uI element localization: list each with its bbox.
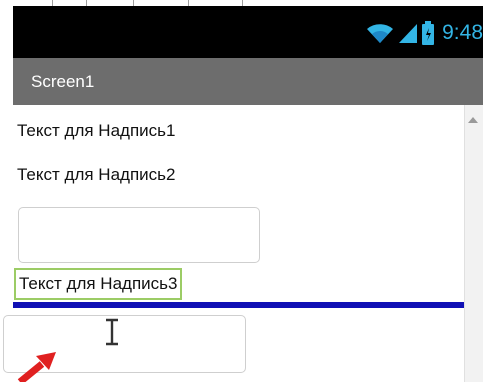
scroll-up-arrow-icon[interactable] bbox=[468, 117, 478, 123]
text-cursor-icon bbox=[106, 318, 118, 346]
label-3-selected[interactable]: Текст для Надпись3 bbox=[14, 268, 183, 300]
divider-line bbox=[13, 302, 465, 308]
red-arrow-icon bbox=[17, 352, 56, 382]
status-time: 9:48 bbox=[442, 21, 483, 44]
signal-icon bbox=[399, 24, 418, 43]
battery-icon bbox=[422, 21, 435, 45]
scrollbar[interactable] bbox=[464, 105, 483, 382]
scrollbar-border bbox=[464, 105, 465, 382]
status-icons: 9:48 bbox=[366, 20, 483, 46]
wifi-icon bbox=[367, 24, 394, 43]
screen-title: Screen1 bbox=[31, 72, 95, 91]
label-2: Текст для Надпись2 bbox=[17, 165, 176, 184]
status-bar: 9:48 bbox=[13, 6, 483, 58]
label-1: Текст для Надпись1 bbox=[17, 121, 176, 140]
title-bar: Screen1 bbox=[13, 58, 483, 105]
text-box-1[interactable] bbox=[18, 207, 260, 263]
